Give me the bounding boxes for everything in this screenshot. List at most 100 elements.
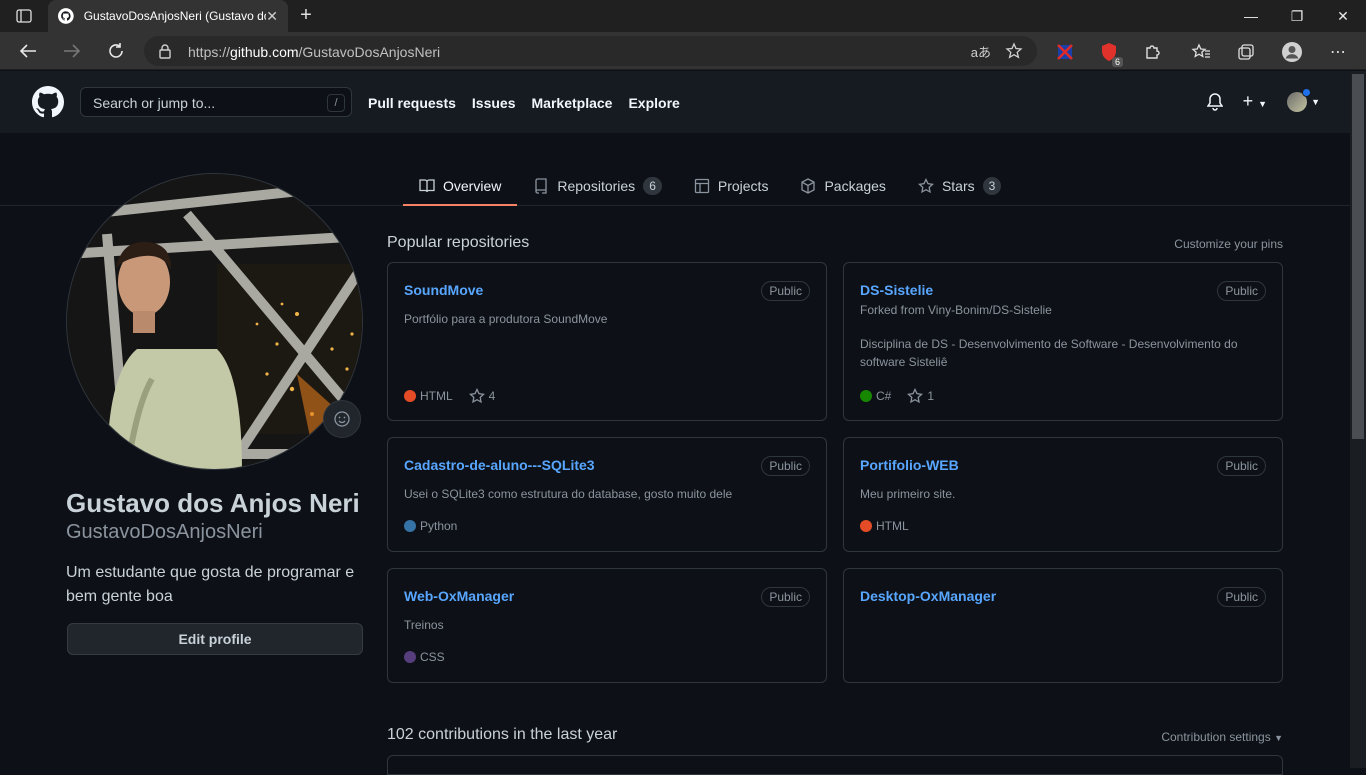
read-aloud-icon[interactable]: aあ — [971, 42, 991, 61]
edit-profile-button[interactable]: Edit profile — [67, 623, 363, 655]
profile-tabs: Overview Repositories 6 Projects Package… — [403, 166, 1017, 206]
repo-language: C# — [860, 389, 891, 403]
main-nav: Pull requests Issues Marketplace Explore — [368, 95, 680, 111]
profile-username: GustavoDosAnjosNeri — [66, 521, 263, 543]
profile-icon[interactable] — [1281, 41, 1303, 63]
extension-shield-icon[interactable]: 6 — [1098, 41, 1123, 67]
bell-icon[interactable] — [1206, 92, 1223, 111]
star-icon — [907, 388, 924, 404]
scrollbar-thumb[interactable] — [1352, 74, 1364, 439]
repo-meta: HTML 4 — [404, 388, 495, 404]
contribution-settings-menu[interactable]: Contribution settings ▼ — [1161, 730, 1283, 744]
repo-description: Portfólio para a produtora SoundMove — [404, 312, 608, 326]
create-new-icon[interactable]: + ▼ — [1243, 91, 1267, 112]
popular-repositories-title: Popular repositories — [387, 234, 530, 251]
repo-card: SoundMove Public Portfólio para a produt… — [387, 262, 827, 421]
github-logo-icon[interactable] — [32, 86, 64, 118]
repo-description: Meu primeiro site. — [860, 487, 956, 501]
github-header: Search or jump to... / Pull requests Iss… — [0, 71, 1350, 133]
tab-close-icon[interactable]: ✕ — [266, 8, 278, 25]
language-color-dot — [860, 390, 872, 402]
language-color-dot — [404, 520, 416, 532]
repo-description: Disciplina de DS - Desenvolvimento de So… — [860, 337, 1238, 369]
favorites-icon[interactable] — [1190, 41, 1212, 63]
star-icon — [917, 177, 934, 193]
tab-overview[interactable]: Overview — [403, 166, 518, 206]
tab-stars[interactable]: Stars 3 — [902, 166, 1017, 205]
repo-stars-link[interactable]: 4 — [468, 388, 495, 404]
repo-language: HTML — [404, 389, 453, 403]
repo-name-link[interactable]: Cadastro-de-aluno---SQLite3 — [404, 457, 595, 473]
tab-packages[interactable]: Packages — [784, 166, 901, 205]
header-actions: + ▼ ▼ — [1206, 87, 1320, 112]
collections-icon[interactable] — [1235, 41, 1257, 63]
back-icon[interactable] — [16, 39, 40, 63]
nav-issues[interactable]: Issues — [472, 95, 516, 111]
repo-name-link[interactable]: Web-OxManager — [404, 588, 514, 604]
tab-repositories[interactable]: Repositories 6 — [517, 166, 678, 205]
tab-projects[interactable]: Projects — [678, 166, 785, 205]
repo-icon — [535, 177, 548, 194]
repo-description: Usei o SQLite3 como estrutura do databas… — [404, 487, 733, 501]
extensions-puzzle-icon[interactable] — [1142, 41, 1164, 63]
tab-actions-icon[interactable] — [10, 6, 38, 26]
extension-flag-icon[interactable] — [1054, 41, 1076, 63]
tab-title: GustavoDosAnjosNeri (Gustavo dos Anjos N… — [83, 9, 267, 23]
lock-icon — [159, 44, 171, 59]
visibility-badge: Public — [1217, 281, 1266, 301]
set-status-button[interactable] — [323, 400, 361, 438]
add-favorite-icon[interactable] — [1005, 42, 1023, 60]
nav-pull-requests[interactable]: Pull requests — [368, 95, 456, 111]
repo-name-link[interactable]: DS-Sistelie — [860, 282, 933, 298]
profile-full-name: Gustavo dos Anjos Neri — [66, 488, 360, 518]
repo-language: HTML — [860, 519, 909, 533]
visibility-badge: Public — [761, 281, 810, 301]
visibility-badge: Public — [761, 456, 810, 476]
repo-meta: HTML — [860, 519, 909, 533]
extension-badge: 6 — [1111, 57, 1123, 67]
repo-card: DS-Sistelie Public Forked from Viny-Boni… — [843, 262, 1283, 421]
github-favicon-icon — [58, 8, 74, 24]
repo-language: CSS — [404, 650, 445, 664]
repo-name-link[interactable]: Portifolio-WEB — [860, 457, 959, 473]
url-text: https://github.com/GustavoDosAnjosNeri — [188, 44, 441, 60]
stars-count: 3 — [982, 176, 1002, 195]
visibility-badge: Public — [761, 587, 810, 607]
address-bar[interactable]: https://github.com/GustavoDosAnjosNeri a… — [144, 36, 1037, 66]
visibility-badge: Public — [1217, 587, 1266, 607]
repo-description: Treinos — [404, 618, 444, 632]
user-menu[interactable]: ▼ — [1287, 87, 1320, 112]
page-scrollbar[interactable] — [1350, 71, 1366, 768]
repo-meta: C# 1 — [860, 388, 934, 404]
close-window-icon[interactable]: ✕ — [1320, 0, 1366, 32]
repositories-count: 6 — [643, 176, 662, 195]
language-color-dot — [860, 520, 872, 532]
forward-icon[interactable] — [60, 39, 84, 63]
forked-from-link[interactable]: Forked from Viny-Bonim/DS-Sistelie — [860, 303, 1052, 317]
repo-meta: Python — [404, 519, 457, 533]
profile-avatar[interactable] — [66, 173, 363, 470]
browser-tabstrip: GustavoDosAnjosNeri (Gustavo dos Anjos N… — [0, 0, 1366, 32]
repo-name-link[interactable]: SoundMove — [404, 282, 483, 298]
repo-name-link[interactable]: Desktop-OxManager — [860, 588, 996, 604]
nav-marketplace[interactable]: Marketplace — [532, 95, 613, 111]
restore-icon[interactable]: ❐ — [1274, 0, 1320, 32]
customize-pins-link[interactable]: Customize your pins — [1174, 237, 1283, 251]
avatar — [1287, 87, 1312, 112]
search-shortcut-key: / — [327, 94, 345, 112]
repo-language: Python — [404, 519, 457, 533]
new-tab-icon[interactable]: + — [294, 4, 318, 28]
browser-toolbar: https://github.com/GustavoDosAnjosNeri a… — [0, 32, 1366, 70]
nav-explore[interactable]: Explore — [628, 95, 679, 111]
search-input[interactable]: Search or jump to... / — [80, 87, 352, 117]
repo-card: Web-OxManager Public Treinos CSS — [387, 568, 827, 683]
profile-bio: Um estudante que gosta de programar e be… — [66, 564, 355, 605]
visibility-badge: Public — [1217, 456, 1266, 476]
minimize-icon[interactable]: — — [1228, 0, 1274, 32]
browser-tab[interactable]: GustavoDosAnjosNeri (Gustavo dos Anjos N… — [48, 0, 288, 32]
repo-meta: CSS — [404, 650, 445, 664]
more-menu-icon[interactable]: ⋯ — [1327, 41, 1349, 63]
repo-stars-link[interactable]: 1 — [907, 388, 934, 404]
language-color-dot — [404, 651, 416, 663]
refresh-icon[interactable] — [104, 39, 128, 63]
